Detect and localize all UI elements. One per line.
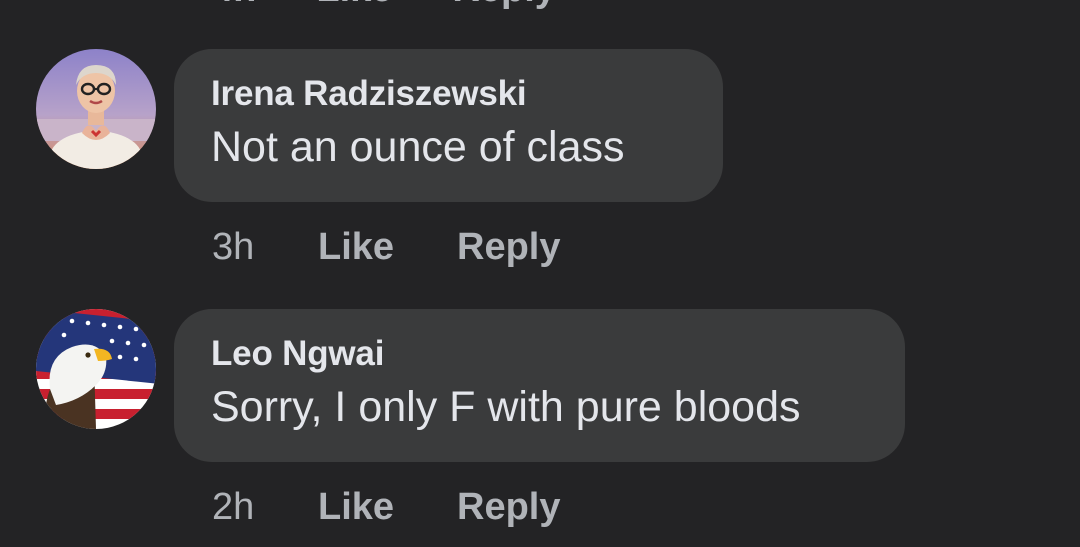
previous-comment-actions: 4h Like Reply [212,0,556,8]
reply-button[interactable]: Reply [457,225,560,269]
profile-photo-icon [36,49,156,169]
like-button[interactable]: Like [316,0,392,8]
comments-screen: 4h Like Reply [0,0,1080,547]
timestamp: 3h [212,226,255,268]
comment-text: Not an ounce of class [211,123,625,171]
timestamp: 2h [212,486,255,528]
avatar[interactable] [36,49,156,169]
comment-actions: 2h Like Reply [212,485,560,529]
comment-author[interactable]: Irena Radziszewski [211,73,687,115]
comment-text: Sorry, I only F with pure bloods [211,383,801,431]
comment-actions: 3h Like Reply [212,225,560,269]
reply-button[interactable]: Reply [452,0,555,8]
reply-button[interactable]: Reply [457,485,560,529]
comment-author[interactable]: Leo Ngwai [211,333,869,375]
comment-bubble[interactable]: Leo Ngwai Sorry, I only F with pure bloo… [174,309,905,462]
like-button[interactable]: Like [318,225,457,269]
eagle-flag-icon [36,309,156,429]
comment-bubble[interactable]: Irena Radziszewski Not an ounce of class [174,49,723,202]
avatar[interactable] [36,309,156,429]
like-button[interactable]: Like [318,485,457,529]
timestamp: 4h [212,0,256,8]
